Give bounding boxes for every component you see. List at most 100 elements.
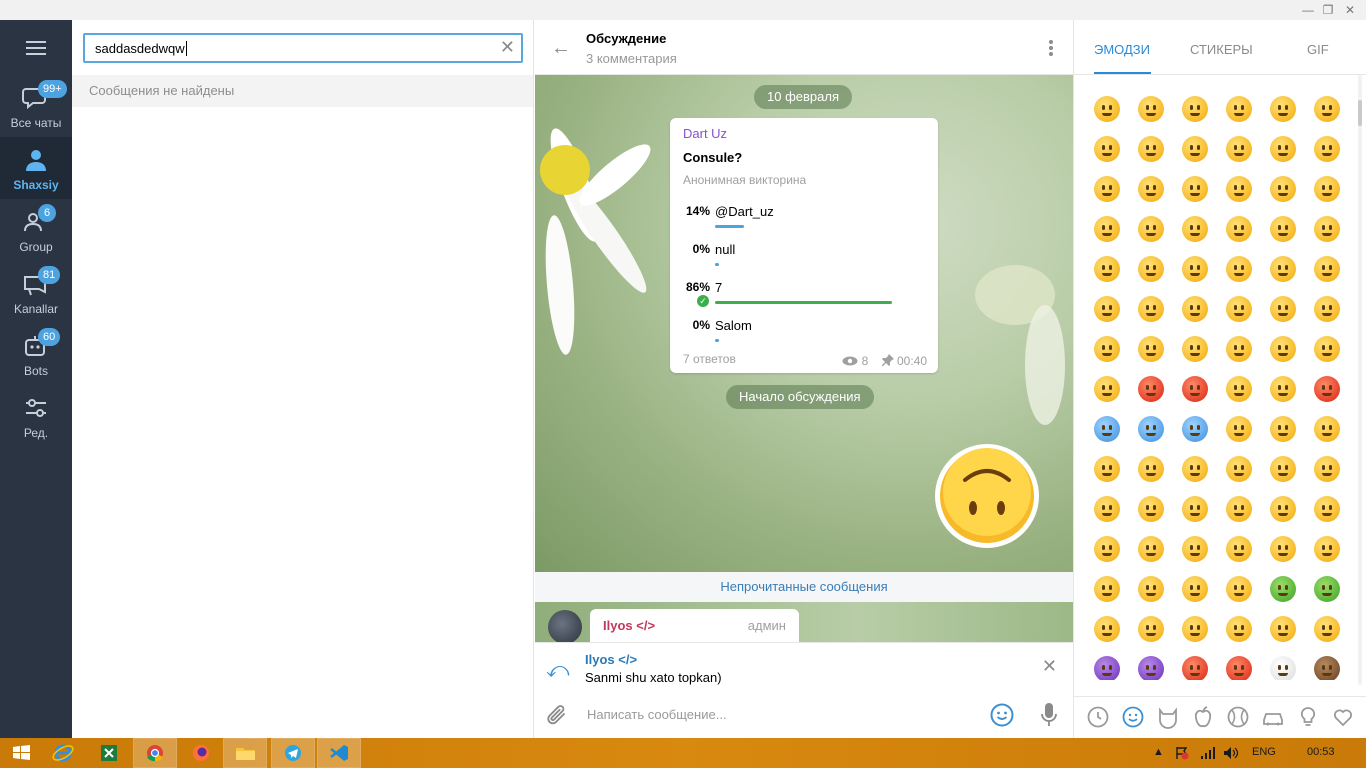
- microphone-icon[interactable]: [1040, 702, 1058, 728]
- emoji-item[interactable]: [1270, 536, 1296, 562]
- show-hidden-icons-icon[interactable]: ▲: [1153, 746, 1164, 758]
- emoji-item[interactable]: [1138, 456, 1164, 482]
- emoji-item[interactable]: [1314, 416, 1340, 442]
- upside-down-face-sticker[interactable]: [933, 442, 1041, 550]
- start-icon[interactable]: [0, 739, 42, 767]
- emoji-item[interactable]: [1094, 656, 1120, 680]
- tab-stickers[interactable]: СТИКЕРЫ: [1190, 42, 1253, 57]
- emoji-item[interactable]: [1138, 656, 1164, 680]
- emoji-item[interactable]: [1094, 256, 1120, 282]
- network-icon[interactable]: [1200, 746, 1216, 760]
- folder-edit[interactable]: Ред.: [0, 385, 72, 447]
- avatar[interactable]: [548, 610, 582, 642]
- emoji-item[interactable]: [1094, 296, 1120, 322]
- emoji-item[interactable]: [1138, 176, 1164, 202]
- emoji-item[interactable]: [1094, 416, 1120, 442]
- emoji-item[interactable]: [1094, 576, 1120, 602]
- minimize-icon[interactable]: —: [1298, 2, 1318, 18]
- animals-icon[interactable]: [1156, 705, 1180, 729]
- emoji-item[interactable]: [1138, 576, 1164, 602]
- emoji-item[interactable]: [1270, 616, 1296, 642]
- attach-paperclip-icon[interactable]: [546, 703, 568, 727]
- emoji-item[interactable]: [1270, 96, 1296, 122]
- objects-icon[interactable]: [1296, 705, 1320, 729]
- emoji-item[interactable]: [1094, 616, 1120, 642]
- emoji-item[interactable]: [1314, 336, 1340, 362]
- emoji-item[interactable]: [1226, 536, 1252, 562]
- emoji-item[interactable]: [1182, 496, 1208, 522]
- clear-search-icon[interactable]: ✕: [500, 37, 515, 58]
- search-input[interactable]: saddasdedwqw ✕: [83, 33, 523, 63]
- emoji-item[interactable]: [1226, 416, 1252, 442]
- symbols-icon[interactable]: [1331, 705, 1355, 729]
- emoji-item[interactable]: [1094, 216, 1120, 242]
- cancel-reply-icon[interactable]: ✕: [1042, 656, 1057, 677]
- emoji-item[interactable]: [1314, 256, 1340, 282]
- menu-icon[interactable]: [26, 41, 46, 55]
- emoji-item[interactable]: [1314, 456, 1340, 482]
- folder-bots[interactable]: 60 Bots: [0, 323, 72, 385]
- emoji-item[interactable]: [1314, 536, 1340, 562]
- emoji-item[interactable]: [1182, 336, 1208, 362]
- chat-title[interactable]: Обсуждение: [586, 31, 666, 46]
- excel-icon[interactable]: [88, 739, 130, 767]
- emoji-item[interactable]: [1226, 216, 1252, 242]
- emoji-item[interactable]: [1182, 576, 1208, 602]
- emoji-item[interactable]: [1226, 456, 1252, 482]
- emoji-item[interactable]: [1226, 576, 1252, 602]
- emoji-item[interactable]: [1226, 496, 1252, 522]
- folder-group[interactable]: 6 Group: [0, 199, 72, 261]
- emoji-item[interactable]: [1138, 296, 1164, 322]
- smileys-icon[interactable]: [1121, 705, 1145, 729]
- emoji-item[interactable]: [1094, 176, 1120, 202]
- emoji-item[interactable]: [1182, 376, 1208, 402]
- emoji-item[interactable]: [1314, 216, 1340, 242]
- emoji-item[interactable]: [1270, 296, 1296, 322]
- emoji-item[interactable]: [1226, 656, 1252, 680]
- tab-gif[interactable]: GIF: [1307, 42, 1329, 57]
- emoji-item[interactable]: [1314, 656, 1340, 680]
- emoji-item[interactable]: [1094, 456, 1120, 482]
- folder-kanallar[interactable]: 81 Kanallar: [0, 261, 72, 323]
- emoji-item[interactable]: [1138, 536, 1164, 562]
- system-clock[interactable]: 00:53: [1307, 746, 1335, 758]
- emoji-item[interactable]: [1094, 336, 1120, 362]
- emoji-item[interactable]: [1182, 416, 1208, 442]
- back-arrow-icon[interactable]: ←: [551, 37, 571, 60]
- emoji-item[interactable]: [1138, 336, 1164, 362]
- close-icon[interactable]: ✕: [1340, 2, 1360, 18]
- poll-votes[interactable]: 7 ответов: [683, 352, 736, 366]
- emoji-item[interactable]: [1182, 616, 1208, 642]
- emoji-item[interactable]: [1182, 176, 1208, 202]
- emoji-item[interactable]: [1314, 296, 1340, 322]
- poll-author[interactable]: Dart Uz: [683, 126, 727, 141]
- emoji-item[interactable]: [1094, 376, 1120, 402]
- emoji-item[interactable]: [1138, 216, 1164, 242]
- emoji-smile-icon[interactable]: [990, 703, 1014, 727]
- vscode-icon[interactable]: [317, 738, 361, 768]
- emoji-item[interactable]: [1314, 496, 1340, 522]
- emoji-item[interactable]: [1138, 256, 1164, 282]
- message-sender[interactable]: Ilyos </>: [603, 618, 655, 633]
- emoji-item[interactable]: [1138, 376, 1164, 402]
- emoji-item[interactable]: [1182, 296, 1208, 322]
- emoji-item[interactable]: [1314, 576, 1340, 602]
- firefox-icon[interactable]: [180, 739, 222, 767]
- folder-shaxsiy[interactable]: Shaxsiy: [0, 137, 72, 199]
- travel-icon[interactable]: [1261, 705, 1285, 729]
- emoji-item[interactable]: [1226, 176, 1252, 202]
- emoji-item[interactable]: [1314, 376, 1340, 402]
- tab-emoji[interactable]: ЭМОДЗИ: [1094, 42, 1150, 57]
- emoji-item[interactable]: [1270, 576, 1296, 602]
- food-icon[interactable]: [1191, 705, 1215, 729]
- emoji-item[interactable]: [1270, 376, 1296, 402]
- more-options-icon[interactable]: [1049, 40, 1053, 58]
- emoji-item[interactable]: [1094, 136, 1120, 162]
- language-indicator[interactable]: ENG: [1252, 746, 1276, 758]
- message-bubble[interactable]: Ilyos </> админ: [590, 609, 799, 642]
- emoji-item[interactable]: [1094, 96, 1120, 122]
- emoji-item[interactable]: [1226, 616, 1252, 642]
- emoji-item[interactable]: [1270, 216, 1296, 242]
- emoji-item[interactable]: [1182, 96, 1208, 122]
- emoji-item[interactable]: [1314, 136, 1340, 162]
